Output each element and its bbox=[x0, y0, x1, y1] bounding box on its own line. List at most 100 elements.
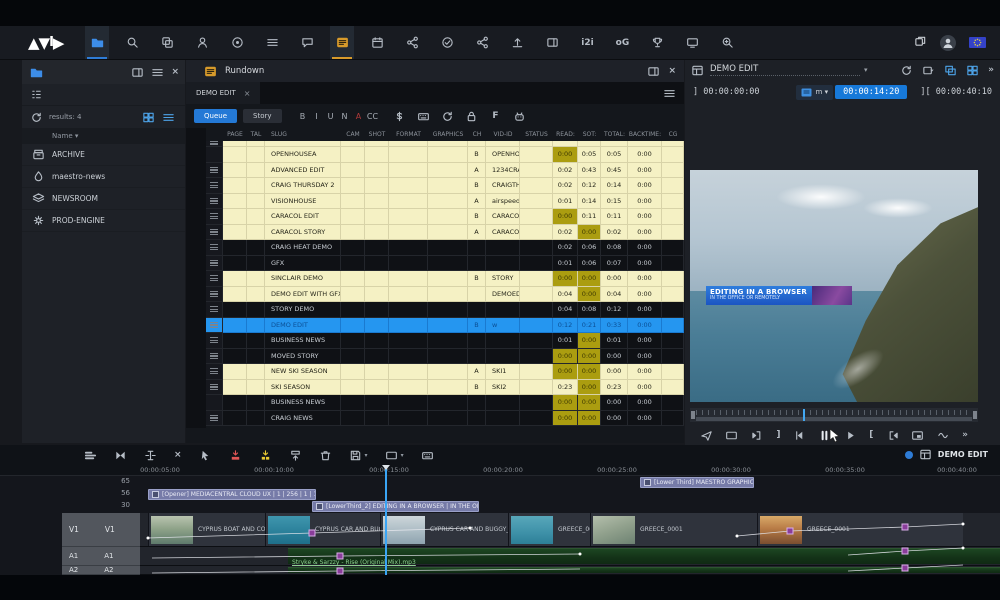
graphics-clip[interactable]: [Opener] MEDIACENTRAL CLOUD UX | 1 | 256… bbox=[148, 489, 316, 500]
column-header-tal[interactable]: TAL bbox=[247, 128, 265, 141]
grid-view-icon[interactable] bbox=[142, 111, 155, 124]
audio-icon[interactable] bbox=[937, 429, 950, 442]
rundown-table-row[interactable]: CARACOL STORYACARACOL0:020:000:020:00 bbox=[206, 225, 684, 241]
rundown-table-row[interactable]: SKI SEASONBSKI20:230:000:230:00 bbox=[206, 380, 684, 396]
scrubber-playhead[interactable] bbox=[803, 409, 805, 421]
goto-out-icon[interactable] bbox=[751, 429, 764, 442]
name-column-header[interactable]: Name ▾ bbox=[22, 128, 185, 144]
queue-button[interactable]: Queue bbox=[194, 109, 237, 123]
mark-out-icon[interactable]: ] bbox=[776, 430, 780, 440]
schedule-icon[interactable] bbox=[365, 26, 389, 59]
timeline-ruler[interactable]: 00:00:05:0000:00:10:0000:00:15:0000:00:2… bbox=[0, 465, 1000, 476]
eu-flag-icon[interactable] bbox=[969, 33, 986, 52]
rundown-table-row[interactable]: ADVANCED EDITA1234CRAI0:020:430:450:00 bbox=[206, 163, 684, 179]
currency-icon[interactable] bbox=[392, 110, 408, 123]
tree-icon[interactable] bbox=[30, 88, 43, 101]
awards-icon[interactable] bbox=[645, 26, 669, 59]
video-clip[interactable]: CYPRUS CAR AND BUGGY_0007 bbox=[380, 513, 508, 546]
video-clip[interactable]: GREECE_0001 bbox=[757, 513, 963, 546]
undock-icon[interactable] bbox=[131, 66, 144, 79]
output-icon[interactable] bbox=[385, 449, 398, 462]
audio-clip[interactable]: Stryke & Sarzzy - Rise (Original Mix).mp… bbox=[288, 548, 1000, 564]
splice-icon[interactable] bbox=[259, 449, 272, 462]
timecode-mode-chip[interactable]: m ▾ bbox=[796, 85, 834, 100]
zoom-tool-icon[interactable] bbox=[715, 26, 739, 59]
format-a-button[interactable]: A bbox=[352, 112, 366, 121]
messages-icon[interactable] bbox=[295, 26, 319, 59]
browse-icon[interactable] bbox=[85, 26, 109, 59]
trim-icon[interactable] bbox=[114, 449, 127, 462]
column-header-sot[interactable]: SOT: bbox=[578, 128, 601, 141]
lock-icon[interactable] bbox=[464, 110, 480, 123]
lists-icon[interactable] bbox=[260, 26, 284, 59]
pause-button[interactable] bbox=[818, 429, 831, 442]
tab-demo-edit[interactable]: DEMO EDIT× bbox=[186, 82, 260, 104]
font-icon[interactable]: F bbox=[488, 110, 504, 123]
graphics-clip[interactable]: [LowerThird_2] EDITING IN A BROWSER | IN… bbox=[312, 501, 479, 512]
send-icon[interactable] bbox=[700, 429, 713, 442]
audio-clip[interactable]: Stryke & Sarzzy - Rise (Original Mix).mp… bbox=[288, 567, 1000, 573]
story-button[interactable]: Story bbox=[243, 109, 282, 123]
format-u-button[interactable]: U bbox=[324, 112, 338, 121]
chevron-down-icon[interactable]: ▾ bbox=[401, 452, 404, 459]
og-icon[interactable]: oG bbox=[610, 26, 634, 59]
rundown-table-row[interactable]: BUSINESS NEWS0:010:000:010:00 bbox=[206, 333, 684, 349]
rundown-table-row[interactable]: SINCLAIR DEMOBSTORY0:000:000:000:00 bbox=[206, 271, 684, 287]
device-cast-icon[interactable] bbox=[680, 26, 704, 59]
video-clip[interactable]: GREECE_0001 bbox=[508, 513, 590, 546]
multicam-button[interactable] bbox=[966, 64, 979, 77]
media-icon[interactable] bbox=[225, 26, 249, 59]
shortcuts-icon[interactable] bbox=[421, 449, 434, 462]
remove-icon[interactable]: × bbox=[174, 450, 182, 460]
refresh-icon[interactable] bbox=[440, 110, 456, 123]
close-icon[interactable]: × bbox=[171, 66, 179, 79]
rundown-table-row[interactable]: OPENHOUSEABOPENHOU0:000:050:050:00 bbox=[206, 147, 684, 163]
column-header-cam[interactable]: CAM bbox=[341, 128, 365, 141]
i2i-icon[interactable]: i2i bbox=[575, 26, 599, 59]
graphics-clip[interactable]: [Lower Third] MAESTRO GRAPHICS | 1 bbox=[640, 477, 754, 488]
goto-in-icon[interactable] bbox=[886, 429, 899, 442]
chevron-down-icon[interactable]: ▾ bbox=[365, 452, 368, 459]
rundown-table-row[interactable]: CARACOL EDITBCARACOL0:000:110:110:00 bbox=[206, 209, 684, 225]
column-header-icon[interactable] bbox=[206, 128, 223, 141]
menu-icon[interactable] bbox=[151, 66, 164, 79]
windows-icon[interactable] bbox=[914, 33, 927, 52]
publish-icon[interactable] bbox=[505, 26, 529, 59]
approvals-icon[interactable] bbox=[435, 26, 459, 59]
rundown-icon[interactable] bbox=[330, 26, 354, 59]
track-header-a1[interactable]: A1A1 bbox=[62, 547, 140, 566]
edit-point-icon[interactable] bbox=[144, 449, 157, 462]
fullscreen-icon[interactable] bbox=[725, 429, 738, 442]
track-view-icon[interactable] bbox=[84, 449, 97, 462]
rundown-table-row[interactable]: GFX0:010:060:070:00 bbox=[206, 256, 684, 272]
column-header-shot[interactable]: SHOT bbox=[365, 128, 389, 141]
timeline-playhead[interactable] bbox=[385, 467, 387, 575]
trash-icon[interactable] bbox=[319, 449, 332, 462]
format-i-button[interactable]: I bbox=[310, 112, 324, 121]
video-clip[interactable]: CYPRUS CAR AND BUGG bbox=[265, 513, 380, 546]
column-header-vidid[interactable]: VID-ID bbox=[486, 128, 520, 141]
rundown-table-row[interactable]: VISIONHOUSEAairspeed 10:010:140:150:00 bbox=[206, 194, 684, 210]
contacts-icon[interactable] bbox=[190, 26, 214, 59]
mark-in-icon[interactable]: [ bbox=[869, 430, 873, 440]
sidebar-item-prod-engine[interactable]: PROD-ENGINE bbox=[22, 210, 185, 232]
collections-icon[interactable] bbox=[155, 26, 179, 59]
pointer-tool-icon[interactable] bbox=[199, 449, 212, 462]
track-header-a2[interactable]: A2A2 bbox=[62, 566, 140, 575]
sidebar-item-maestro-news[interactable]: maestro-news bbox=[22, 166, 185, 188]
save-icon[interactable] bbox=[349, 449, 362, 462]
rundown-table-row[interactable]: CRAIG HEAT DEMO0:020:060:080:00 bbox=[206, 240, 684, 256]
replace-icon[interactable] bbox=[289, 449, 302, 462]
sidebar-item-newsroom[interactable]: NEWSROOM bbox=[22, 188, 185, 210]
close-icon[interactable]: × bbox=[668, 66, 676, 76]
column-header-cg[interactable]: CG bbox=[662, 128, 684, 141]
panel-icon[interactable] bbox=[540, 26, 564, 59]
rundown-table-row[interactable]: DEMO EDIT WITH GFXDEMOEDI0:040:000:040:0… bbox=[206, 287, 684, 303]
video-preview[interactable]: EDITING IN A BROWSER IN THE OFFICE OR RE… bbox=[690, 170, 978, 402]
column-header-read[interactable]: READ: bbox=[553, 128, 578, 141]
play-button[interactable] bbox=[844, 429, 857, 442]
tab-close-icon[interactable]: × bbox=[244, 89, 251, 98]
panel-menu-icon[interactable] bbox=[922, 64, 935, 77]
overwrite-icon[interactable] bbox=[229, 449, 242, 462]
rundown-table-row[interactable]: DEMO EDITBw0:120:210:330:00 bbox=[206, 318, 684, 334]
